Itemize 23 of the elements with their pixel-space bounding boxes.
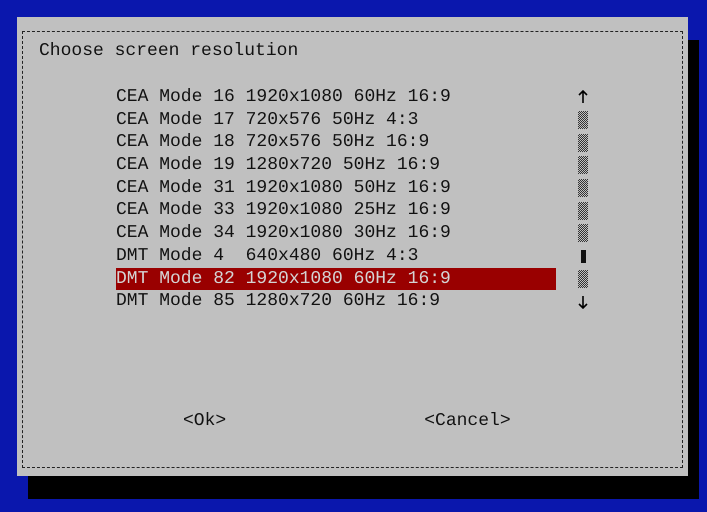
resolution-option[interactable]: CEA Mode 19 1280x720 50Hz 16:9 bbox=[116, 154, 556, 177]
scrollbar-thumb[interactable] bbox=[580, 250, 586, 263]
resolution-option[interactable]: CEA Mode 18 720x576 50Hz 16:9 bbox=[116, 131, 556, 154]
scrollbar-track-cell bbox=[578, 270, 588, 288]
down-arrow-icon[interactable] bbox=[578, 294, 588, 309]
resolution-option[interactable]: CEA Mode 17 720x576 50Hz 4:3 bbox=[116, 108, 556, 132]
scrollbar-track-cell bbox=[578, 224, 588, 242]
resolution-option[interactable]: CEA Mode 33 1920x1080 25Hz 16:9 bbox=[116, 199, 556, 222]
scrollbar-track-cell bbox=[578, 134, 588, 152]
scrollbar-track-cell bbox=[578, 179, 588, 198]
scrollbar-track-cell bbox=[578, 202, 588, 220]
resolution-option[interactable]: DMT Mode 85 1280x720 60Hz 16:9 bbox=[116, 290, 556, 313]
dialog-button[interactable]: <Ok> bbox=[183, 410, 226, 432]
dialog-button[interactable]: <Cancel> bbox=[424, 410, 511, 432]
scrollbar-track-cell bbox=[578, 156, 588, 174]
resolution-option[interactable]: DMT Mode 4 640x480 60Hz 4:3 bbox=[116, 244, 556, 268]
dialog-title: Choose screen resolution bbox=[39, 40, 298, 62]
resolution-option[interactable]: CEA Mode 16 1920x1080 60Hz 16:9 bbox=[116, 86, 556, 109]
resolution-option[interactable]: DMT Mode 82 1920x1080 60Hz 16:9 bbox=[116, 268, 556, 290]
resolution-option[interactable]: CEA Mode 31 1920x1080 50Hz 16:9 bbox=[116, 176, 556, 200]
scrollbar-track-cell bbox=[578, 111, 588, 130]
resolution-option[interactable]: CEA Mode 34 1920x1080 30Hz 16:9 bbox=[116, 222, 556, 245]
up-arrow-icon[interactable] bbox=[578, 90, 588, 104]
